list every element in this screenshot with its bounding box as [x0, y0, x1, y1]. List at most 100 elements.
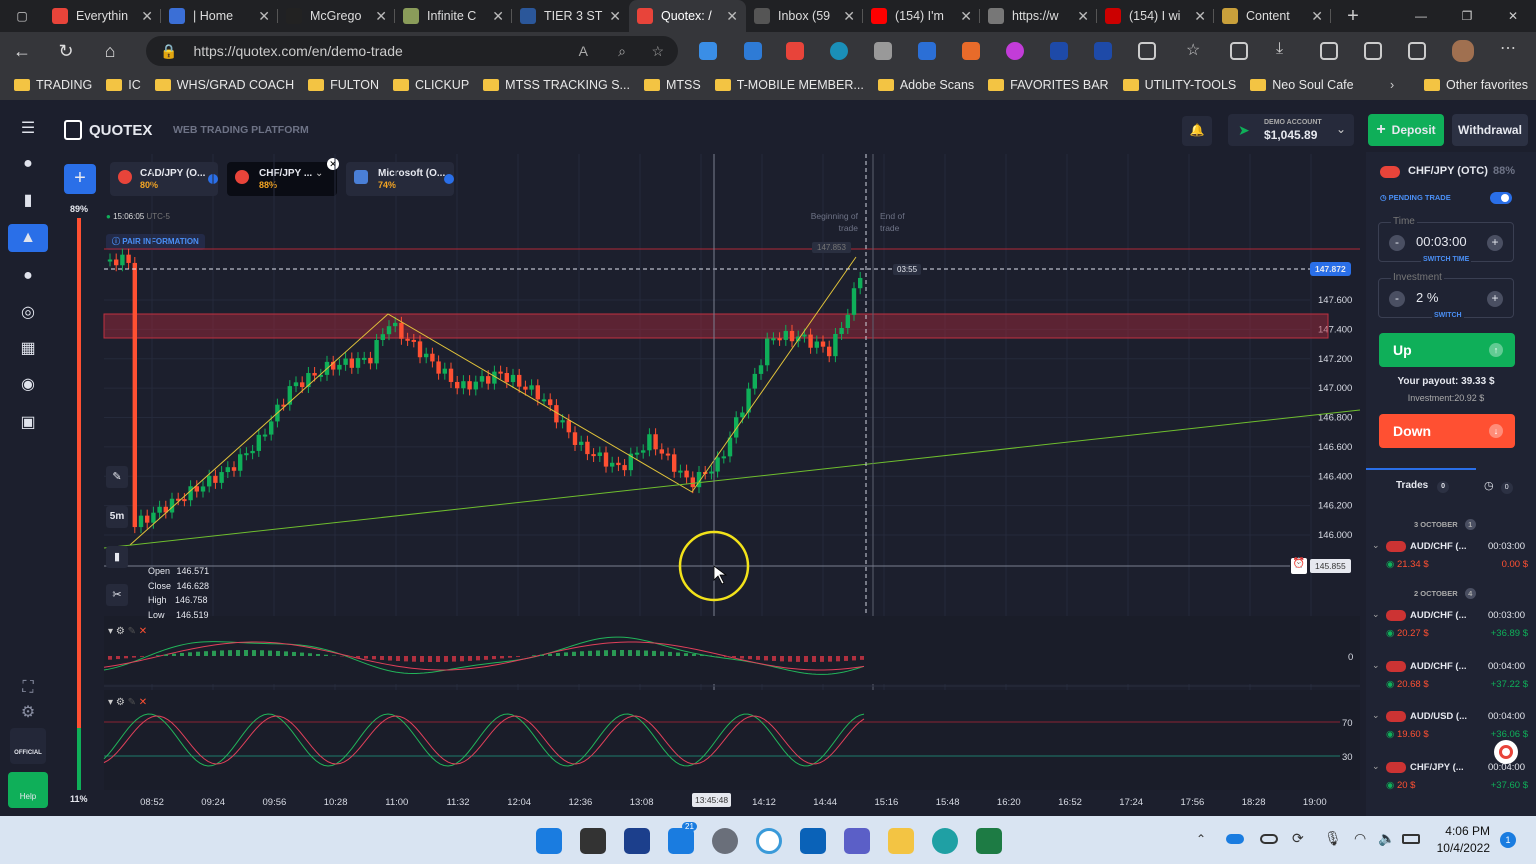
browser-essentials-icon[interactable] [1408, 42, 1426, 60]
chevron-down-icon[interactable]: ⌄ [1372, 609, 1380, 620]
chevron-down-icon[interactable]: ⌄ [1372, 761, 1380, 772]
zoom-icon[interactable]: ⌕ [618, 43, 626, 60]
close-tab-icon[interactable]: ✕ [726, 8, 738, 25]
app-icon[interactable] [756, 828, 782, 854]
browser-tab[interactable]: Inbox (59 ✕ [746, 0, 863, 32]
chat-widget-icon[interactable] [1494, 740, 1518, 764]
browser-tab[interactable]: (154) I wi ✕ [1097, 0, 1214, 32]
more-icon[interactable]: ⋯ [1500, 38, 1518, 57]
extensions-icon[interactable] [1138, 42, 1156, 60]
cloud-icon[interactable] [1260, 834, 1278, 844]
switch-time-button[interactable]: SWITCH TIME [1421, 256, 1472, 263]
start-icon[interactable] [536, 828, 562, 854]
favorite-item[interactable]: FULTON [308, 78, 379, 92]
settings-icon[interactable] [712, 828, 738, 854]
trade-row[interactable]: ⌄ AUD/CHF (... 00:03:00 ◉ 20.27 $ +36.89… [1372, 607, 1532, 651]
mail-icon[interactable]: 21 [668, 822, 697, 854]
sync-icon[interactable]: ⟳ [1292, 830, 1304, 847]
remove-indicator-icon[interactable]: ✕ [139, 697, 147, 708]
chart-type-icon[interactable]: ▮ [106, 546, 128, 568]
favorite-item[interactable]: MTSS [643, 78, 701, 92]
extension-icon[interactable] [1006, 42, 1024, 60]
withdrawal-button[interactable]: Withdrawal [1452, 114, 1528, 146]
wifi-icon[interactable]: ◠ [1354, 830, 1366, 847]
close-tab-icon[interactable]: ✕ [843, 8, 855, 25]
pending-toggle[interactable] [1490, 192, 1512, 204]
task-view-icon[interactable] [580, 828, 606, 854]
extension-icon[interactable] [786, 42, 804, 60]
price-chart[interactable]: 147.600147.400147.200147.000146.800146.6… [0, 100, 1366, 816]
collapse-icon[interactable]: ▾ [108, 697, 113, 708]
volume-icon[interactable]: 🔈 [1378, 830, 1395, 847]
deposit-button[interactable]: + Deposit [1368, 114, 1444, 146]
extension-icon[interactable] [830, 42, 848, 60]
chevron-up-icon[interactable]: ⌃ [1196, 832, 1206, 846]
refresh-icon[interactable]: ↻ [44, 41, 88, 62]
plus-investment-button[interactable]: + [1487, 291, 1503, 307]
chevron-down-icon[interactable]: ⌄ [1372, 540, 1380, 551]
plus-time-button[interactable]: + [1487, 235, 1503, 251]
trade-row[interactable]: ⌄ AUD/CHF (... 00:04:00 ◉ 20.68 $ +37.22… [1372, 658, 1532, 702]
trades-tab[interactable]: Trades 0 [1396, 480, 1450, 493]
restore-icon[interactable]: ❐ [1444, 0, 1490, 32]
edit-icon[interactable]: ✎ [128, 626, 136, 637]
onedrive-icon[interactable] [1226, 834, 1244, 844]
switch-button[interactable]: SWITCH [1432, 312, 1464, 319]
close-tab-icon[interactable]: ✕ [492, 8, 504, 25]
browser-tab[interactable]: Content ✕ [1214, 0, 1331, 32]
close-tab-icon[interactable]: ✕ [375, 8, 387, 25]
minus-investment-button[interactable]: - [1389, 291, 1405, 307]
settings-icon[interactable]: ⚙ [116, 626, 125, 637]
excel-icon[interactable] [976, 828, 1002, 854]
favorite-item[interactable]: UTILITY-TOOLS [1122, 78, 1236, 92]
teams-icon[interactable] [844, 828, 870, 854]
collapse-icon[interactable]: ▾ [108, 626, 113, 637]
favorite-item[interactable]: WHS/GRAD COACH [154, 78, 294, 92]
favorites-icon[interactable]: ☆ [1186, 40, 1204, 59]
timeframe-button[interactable]: 5m [106, 506, 128, 528]
url-bar[interactable]: 🔒 https://quotex.com/en/demo-trade A ⌕ ☆ [146, 36, 678, 66]
close-tab-icon[interactable]: ✕ [960, 8, 972, 25]
browser-tab[interactable]: McGrego ✕ [278, 0, 395, 32]
favorite-item[interactable]: CLICKUP [392, 78, 469, 92]
up-button[interactable]: Up ↑ [1379, 333, 1515, 367]
edit-icon[interactable]: ✎ [128, 697, 136, 708]
downloads-icon[interactable]: ⤓ [1276, 40, 1294, 58]
minus-time-button[interactable]: - [1389, 235, 1405, 251]
browser-tab[interactable]: Everythin ✕ [44, 0, 161, 32]
close-tab-icon[interactable]: ✕ [609, 8, 621, 25]
minimize-icon[interactable]: — [1398, 0, 1444, 32]
outlook-icon[interactable] [800, 828, 826, 854]
settings-icon[interactable]: ⚙ [116, 697, 125, 708]
clock-time[interactable]: 4:06 PM [1444, 824, 1490, 838]
down-button[interactable]: Down ↓ [1379, 414, 1515, 448]
remove-indicator-icon[interactable]: ✕ [139, 626, 147, 637]
history-tab[interactable]: ◷ 0 [1484, 479, 1513, 494]
extension-icon[interactable] [918, 42, 936, 60]
other-favorites[interactable]: Other favorites [1424, 78, 1528, 92]
clock-date[interactable]: 10/4/2022 [1432, 841, 1490, 855]
extension-icon[interactable] [874, 42, 892, 60]
close-tab-icon[interactable]: ✕ [1311, 8, 1323, 25]
battery-icon[interactable] [1402, 834, 1420, 844]
profile-avatar[interactable] [1452, 40, 1474, 62]
back-icon[interactable]: ← [0, 41, 44, 62]
browser-tab[interactable]: TIER 3 ST ✕ [512, 0, 629, 32]
close-tab-icon[interactable]: ✕ [1077, 8, 1089, 25]
close-window-icon[interactable]: ✕ [1490, 0, 1536, 32]
performance-icon[interactable] [1364, 42, 1382, 60]
chevron-right-icon[interactable]: › [1390, 78, 1394, 92]
notification-badge[interactable]: 1 [1500, 832, 1516, 848]
file-explorer-icon[interactable] [888, 828, 914, 854]
edge-icon[interactable] [932, 828, 958, 854]
browser-tab[interactable]: Infinite C ✕ [395, 0, 512, 32]
tab-actions-icon[interactable]: ▢ [0, 0, 44, 32]
favorite-item[interactable]: IC [106, 78, 141, 92]
chevron-down-icon[interactable]: ⌄ [1372, 710, 1380, 721]
draw-tool-icon[interactable]: ✎ [106, 466, 128, 488]
price-alert-icon[interactable]: ⏰ [1291, 558, 1307, 574]
favorite-item[interactable]: TRADING [14, 78, 92, 92]
collections-icon[interactable] [699, 42, 717, 60]
browser-tab[interactable]: (154) I'm ✕ [863, 0, 980, 32]
add-favorite-icon[interactable]: ☆ [651, 43, 664, 60]
